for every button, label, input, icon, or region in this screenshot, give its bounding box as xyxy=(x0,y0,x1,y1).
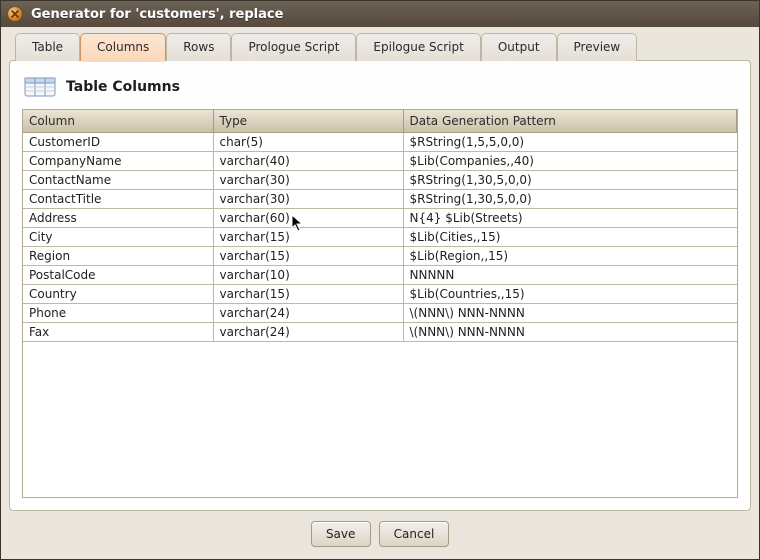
cell-type[interactable]: varchar(40) xyxy=(213,151,403,170)
cell-pattern[interactable]: \(NNN\) NNN-NNNN xyxy=(403,322,737,341)
cell-col[interactable]: Fax xyxy=(23,322,213,341)
panel-header: Table Columns xyxy=(22,71,738,109)
save-button[interactable]: Save xyxy=(311,521,371,547)
cell-type[interactable]: varchar(15) xyxy=(213,227,403,246)
cell-pattern[interactable]: NNNNN xyxy=(403,265,737,284)
cell-col[interactable]: PostalCode xyxy=(23,265,213,284)
cell-type[interactable]: varchar(24) xyxy=(213,322,403,341)
tab-bar: TableColumnsRowsPrologue ScriptEpilogue … xyxy=(9,33,751,60)
cell-pattern[interactable]: $Lib(Cities,,15) xyxy=(403,227,737,246)
tab-prologue-script[interactable]: Prologue Script xyxy=(231,33,356,61)
cell-col[interactable]: Phone xyxy=(23,303,213,322)
cell-pattern[interactable]: $RString(1,30,5,0,0) xyxy=(403,170,737,189)
table-columns-icon xyxy=(24,75,56,99)
cell-pattern[interactable]: $Lib(Companies,,40) xyxy=(403,151,737,170)
table-row[interactable]: Addressvarchar(60)N{4} $Lib(Streets) xyxy=(23,208,737,227)
cell-type[interactable]: varchar(15) xyxy=(213,246,403,265)
cell-col[interactable]: Region xyxy=(23,246,213,265)
cell-type[interactable]: varchar(10) xyxy=(213,265,403,284)
button-bar: Save Cancel xyxy=(9,511,751,551)
cell-col[interactable]: ContactName xyxy=(23,170,213,189)
table-row[interactable]: Cityvarchar(15)$Lib(Cities,,15) xyxy=(23,227,737,246)
cell-col[interactable]: City xyxy=(23,227,213,246)
panel-title: Table Columns xyxy=(66,79,180,95)
cell-type[interactable]: varchar(15) xyxy=(213,284,403,303)
cancel-button[interactable]: Cancel xyxy=(379,521,450,547)
cell-col[interactable]: ContactTitle xyxy=(23,189,213,208)
tab-table[interactable]: Table xyxy=(15,33,80,61)
tab-preview[interactable]: Preview xyxy=(557,33,638,61)
close-button[interactable] xyxy=(7,6,23,22)
cell-col[interactable]: CompanyName xyxy=(23,151,213,170)
cell-pattern[interactable]: N{4} $Lib(Streets) xyxy=(403,208,737,227)
table-header-row: Column Type Data Generation Pattern xyxy=(23,110,737,132)
cell-type[interactable]: varchar(30) xyxy=(213,189,403,208)
tab-output[interactable]: Output xyxy=(481,33,557,61)
tab-epilogue-script[interactable]: Epilogue Script xyxy=(356,33,480,61)
cell-col[interactable]: Address xyxy=(23,208,213,227)
table-row[interactable]: Phonevarchar(24)\(NNN\) NNN-NNNN xyxy=(23,303,737,322)
columns-table[interactable]: Column Type Data Generation Pattern Cust… xyxy=(23,110,737,342)
table-row[interactable]: Countryvarchar(15)$Lib(Countries,,15) xyxy=(23,284,737,303)
table-row[interactable]: CustomerIDchar(5)$RString(1,5,5,0,0) xyxy=(23,132,737,151)
titlebar: Generator for 'customers', replace xyxy=(1,1,759,27)
cell-pattern[interactable]: $Lib(Region,,15) xyxy=(403,246,737,265)
content-area: TableColumnsRowsPrologue ScriptEpilogue … xyxy=(1,27,759,559)
tab-columns[interactable]: Columns xyxy=(80,33,166,61)
cell-pattern[interactable]: \(NNN\) NNN-NNNN xyxy=(403,303,737,322)
header-column[interactable]: Column xyxy=(23,110,213,132)
cell-type[interactable]: varchar(24) xyxy=(213,303,403,322)
header-pattern[interactable]: Data Generation Pattern xyxy=(403,110,737,132)
table-row[interactable]: PostalCodevarchar(10)NNNNN xyxy=(23,265,737,284)
cell-pattern[interactable]: $RString(1,30,5,0,0) xyxy=(403,189,737,208)
tab-rows[interactable]: Rows xyxy=(166,33,231,61)
window: Generator for 'customers', replace Table… xyxy=(0,0,760,560)
table-row[interactable]: Regionvarchar(15)$Lib(Region,,15) xyxy=(23,246,737,265)
cell-col[interactable]: Country xyxy=(23,284,213,303)
table-row[interactable]: Faxvarchar(24)\(NNN\) NNN-NNNN xyxy=(23,322,737,341)
cell-pattern[interactable]: $Lib(Countries,,15) xyxy=(403,284,737,303)
table-row[interactable]: CompanyNamevarchar(40)$Lib(Companies,,40… xyxy=(23,151,737,170)
columns-table-container: Column Type Data Generation Pattern Cust… xyxy=(22,109,738,498)
cell-type[interactable]: varchar(30) xyxy=(213,170,403,189)
cell-type[interactable]: varchar(60) xyxy=(213,208,403,227)
cell-col[interactable]: CustomerID xyxy=(23,132,213,151)
cell-type[interactable]: char(5) xyxy=(213,132,403,151)
table-row[interactable]: ContactNamevarchar(30)$RString(1,30,5,0,… xyxy=(23,170,737,189)
tab-panel: Table Columns Column Type Data Generatio… xyxy=(9,60,751,511)
header-type[interactable]: Type xyxy=(213,110,403,132)
cell-pattern[interactable]: $RString(1,5,5,0,0) xyxy=(403,132,737,151)
table-row[interactable]: ContactTitlevarchar(30)$RString(1,30,5,0… xyxy=(23,189,737,208)
close-icon xyxy=(11,10,19,18)
window-title: Generator for 'customers', replace xyxy=(31,7,283,22)
